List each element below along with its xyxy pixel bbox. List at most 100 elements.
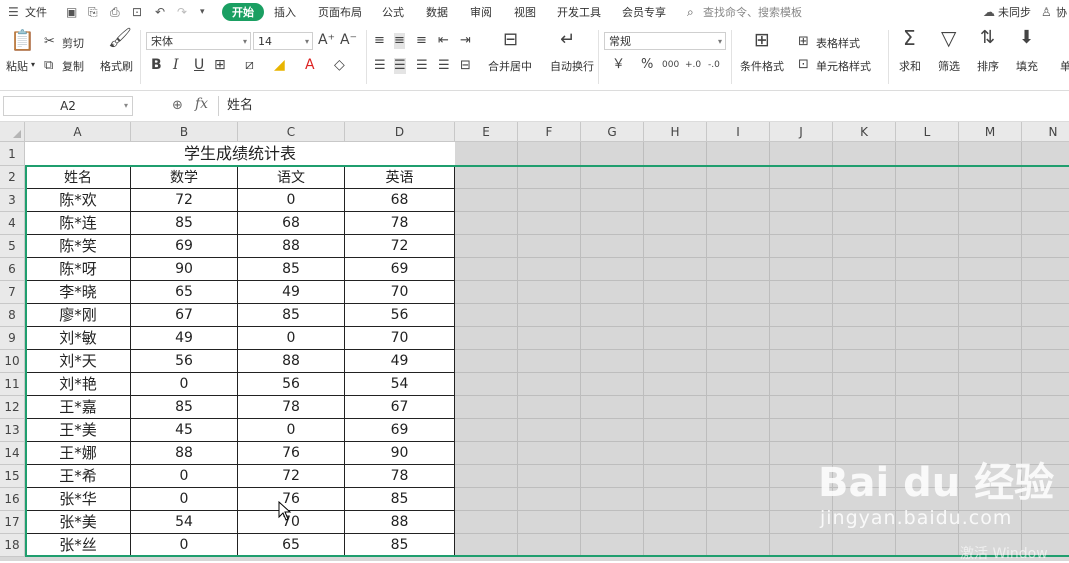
grid-cell[interactable]	[455, 488, 518, 511]
grid-cell[interactable]	[581, 350, 644, 373]
name-cell[interactable]: 王*美	[25, 419, 131, 442]
grid-cell[interactable]	[770, 166, 833, 189]
row-header-5[interactable]: 5	[0, 235, 25, 258]
grid-cell[interactable]	[707, 419, 770, 442]
bold-icon[interactable]: B	[151, 57, 162, 73]
score-cell[interactable]: 0	[131, 465, 238, 488]
score-cell[interactable]: 65	[131, 281, 238, 304]
score-cell[interactable]: 49	[345, 350, 455, 373]
score-cell[interactable]: 85	[345, 488, 455, 511]
grid-cell[interactable]	[707, 212, 770, 235]
row-header-11[interactable]: 11	[0, 373, 25, 396]
grid-cell[interactable]	[770, 235, 833, 258]
score-cell[interactable]: 88	[131, 442, 238, 465]
grid-cell[interactable]	[455, 281, 518, 304]
grid-cell[interactable]	[518, 166, 581, 189]
grid-cell[interactable]	[455, 235, 518, 258]
grid-cell[interactable]	[833, 396, 896, 419]
grid-cell[interactable]	[896, 350, 959, 373]
grid-cell[interactable]	[959, 166, 1022, 189]
font-size-select[interactable]: 14 ▾	[253, 32, 313, 50]
grid-cell[interactable]	[896, 142, 959, 166]
column-header-c[interactable]: C	[238, 122, 345, 142]
row-header-3[interactable]: 3	[0, 189, 25, 212]
print-preview-icon[interactable]: ⊡	[132, 5, 142, 19]
grid-cell[interactable]	[896, 396, 959, 419]
grid-cell[interactable]	[1022, 511, 1069, 534]
grid-cell[interactable]	[1022, 142, 1069, 166]
grid-cell[interactable]	[896, 212, 959, 235]
score-cell[interactable]: 88	[238, 350, 345, 373]
grid-cell[interactable]	[833, 212, 896, 235]
score-cell[interactable]: 68	[345, 189, 455, 212]
score-cell[interactable]: 68	[238, 212, 345, 235]
merge-center-button[interactable]: 合并居中	[488, 58, 532, 74]
grid-cell[interactable]	[581, 281, 644, 304]
row-header-13[interactable]: 13	[0, 419, 25, 442]
grid-cell[interactable]	[455, 396, 518, 419]
grid-cell[interactable]	[518, 235, 581, 258]
export-icon[interactable]: ⎘	[88, 5, 98, 20]
grid-cell[interactable]	[1022, 373, 1069, 396]
grid-cell[interactable]	[644, 142, 707, 166]
score-cell[interactable]: 90	[345, 442, 455, 465]
grid-cell[interactable]	[644, 327, 707, 350]
grid-cell[interactable]	[455, 442, 518, 465]
column-header-l[interactable]: L	[896, 122, 959, 142]
grid-cell[interactable]	[644, 189, 707, 212]
grid-cell[interactable]	[581, 166, 644, 189]
score-cell[interactable]: 72	[238, 465, 345, 488]
italic-icon[interactable]: I	[173, 57, 179, 73]
score-cell[interactable]: 0	[238, 419, 345, 442]
grid-cell[interactable]	[644, 281, 707, 304]
grid-cell[interactable]	[1022, 396, 1069, 419]
grid-cell[interactable]	[896, 235, 959, 258]
grid-cell[interactable]	[959, 373, 1022, 396]
score-cell[interactable]: 49	[131, 327, 238, 350]
score-cell[interactable]: 85	[238, 304, 345, 327]
tab-insert[interactable]: 插入	[274, 4, 296, 20]
score-cell[interactable]: 85	[131, 212, 238, 235]
row-header-1[interactable]: 1	[0, 142, 25, 166]
align-middle-icon[interactable]: ≡	[394, 33, 405, 49]
grid-cell[interactable]	[518, 189, 581, 212]
grid-cell[interactable]	[518, 327, 581, 350]
score-cell[interactable]: 78	[345, 465, 455, 488]
column-header-f[interactable]: F	[518, 122, 581, 142]
grid-cell[interactable]	[644, 258, 707, 281]
grid-cell[interactable]	[644, 511, 707, 534]
score-cell[interactable]: 78	[238, 396, 345, 419]
grid-cell[interactable]	[581, 534, 644, 557]
grid-cell[interactable]	[518, 373, 581, 396]
name-cell[interactable]: 陈*欢	[25, 189, 131, 212]
grid-cell[interactable]	[833, 373, 896, 396]
name-cell[interactable]: 刘*敏	[25, 327, 131, 350]
grid-cell[interactable]	[833, 235, 896, 258]
copy-button[interactable]: 复制	[62, 58, 84, 74]
grid-cell[interactable]	[644, 442, 707, 465]
score-cell[interactable]: 0	[131, 488, 238, 511]
grid-cell[interactable]	[707, 511, 770, 534]
diagonal-border-icon[interactable]: ⧄	[245, 57, 254, 73]
grid-cell[interactable]	[581, 465, 644, 488]
grid-cell[interactable]	[959, 281, 1022, 304]
score-cell[interactable]: 67	[131, 304, 238, 327]
table-header-cell[interactable]: 数学	[131, 166, 238, 189]
grid-cell[interactable]	[770, 212, 833, 235]
score-cell[interactable]: 45	[131, 419, 238, 442]
row-header-4[interactable]: 4	[0, 212, 25, 235]
grid-cell[interactable]	[770, 350, 833, 373]
score-cell[interactable]: 49	[238, 281, 345, 304]
row-header-18[interactable]: 18	[0, 534, 25, 557]
save-icon[interactable]: ▣	[66, 5, 77, 19]
grid-cell[interactable]	[959, 396, 1022, 419]
name-cell[interactable]: 刘*艳	[25, 373, 131, 396]
grid-cell[interactable]	[518, 511, 581, 534]
grid-cell[interactable]	[707, 258, 770, 281]
row-header-6[interactable]: 6	[0, 258, 25, 281]
score-cell[interactable]: 56	[345, 304, 455, 327]
score-cell[interactable]: 0	[238, 327, 345, 350]
grid-cell[interactable]	[581, 373, 644, 396]
score-cell[interactable]: 85	[131, 396, 238, 419]
grid-cell[interactable]	[833, 304, 896, 327]
